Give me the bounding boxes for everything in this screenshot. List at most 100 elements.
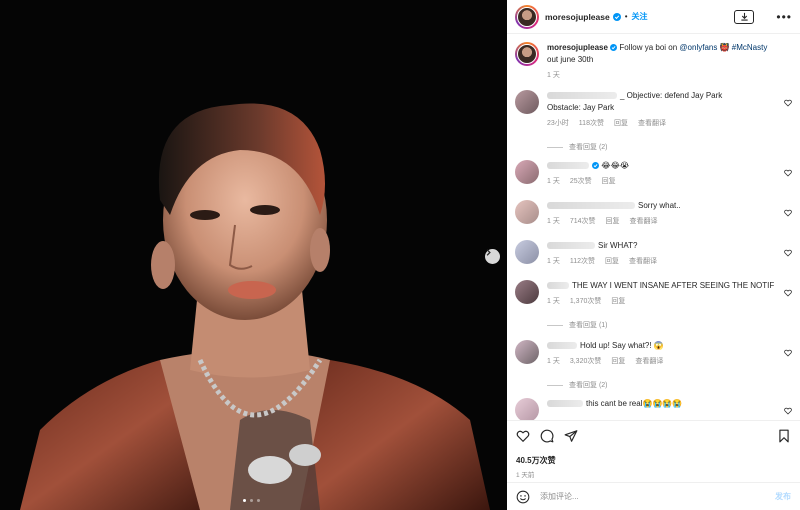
carousel-next-button[interactable] (485, 249, 500, 264)
avatar[interactable] (515, 280, 539, 304)
avatar[interactable] (515, 200, 539, 224)
share-icon[interactable] (564, 429, 578, 443)
follow-button[interactable]: 关注 (632, 11, 648, 22)
more-options-button[interactable]: ••• (776, 11, 792, 23)
download-icon (741, 12, 748, 21)
separator: • (624, 12, 628, 21)
comment-item: THE WAY I WENT INSANE AFTER SEEING THE N… (507, 280, 800, 308)
chevron-right-icon (486, 249, 491, 256)
blurred-username[interactable] (547, 92, 617, 100)
reply-button[interactable]: 回复 (611, 296, 625, 308)
view-replies-button[interactable]: 查看回复 (2) (547, 380, 608, 390)
post-media[interactable] (0, 0, 507, 510)
carousel-dot (257, 499, 260, 502)
verified-badge-icon (612, 12, 621, 21)
post-time: 1 天前 (516, 472, 535, 479)
comment-time: 1 天 (547, 218, 560, 225)
comment-input[interactable] (540, 492, 775, 501)
comment-likes[interactable]: 714次赞 (570, 216, 596, 228)
avatar[interactable] (515, 398, 539, 420)
comment-item: Hold up! Say what?! 😱 1 天 3,320次赞 回复 查看翻… (507, 340, 800, 368)
reply-button[interactable]: 回复 (611, 356, 625, 368)
caption-line2: out june 30th (547, 55, 594, 64)
post-photo (0, 0, 507, 510)
comment-text: _ Objective: defend Jay Park (620, 91, 723, 100)
comment-icon[interactable] (540, 429, 554, 443)
heart-icon[interactable] (784, 407, 792, 415)
comment-text: 😂😂😭 (601, 161, 630, 170)
comment-text: Sorry what.. (638, 201, 681, 210)
download-button[interactable] (734, 9, 755, 24)
caption-username[interactable]: moresojuplease (547, 43, 608, 52)
translate-button[interactable]: 查看翻译 (629, 256, 657, 268)
avatar[interactable] (515, 4, 539, 29)
likes-count[interactable]: 40.5万次赞 (507, 443, 800, 466)
emoji-icon[interactable] (516, 490, 530, 504)
blurred-username[interactable] (547, 162, 589, 170)
heart-icon[interactable] (784, 209, 792, 217)
reply-button[interactable]: 回复 (614, 118, 628, 130)
add-comment-bar: 发布 (507, 482, 800, 510)
comment-item: 😂😂😭 1 天 25次赞 回复 (507, 160, 800, 188)
hashtag-link[interactable]: #McNasty (732, 43, 768, 52)
blurred-username[interactable] (547, 282, 569, 290)
verified-badge-icon (610, 44, 618, 51)
view-replies-button[interactable]: 查看回复 (1) (547, 320, 608, 330)
avatar[interactable] (515, 240, 539, 264)
blurred-username[interactable] (547, 242, 595, 250)
author-username[interactable]: moresojuplease (545, 12, 610, 22)
blurred-username[interactable] (547, 400, 583, 408)
carousel-dot (250, 499, 253, 502)
comment-text: THE WAY I WENT INSANE AFTER SEEING THE N… (572, 281, 775, 290)
comment-likes[interactable]: 118次赞 (579, 118, 604, 130)
bookmark-icon[interactable] (777, 429, 791, 443)
comment-time: 1 天 (547, 298, 560, 305)
avatar[interactable] (515, 42, 539, 66)
comment-text: this cant be real😭😭😭😭 (586, 399, 683, 408)
post-detail-panel: moresojuplease • 关注 ••• moresojuplease F… (507, 0, 800, 510)
carousel-dot (243, 499, 246, 502)
heart-icon[interactable] (784, 169, 792, 177)
heart-icon[interactable] (784, 99, 792, 107)
reply-button[interactable]: 回复 (606, 216, 620, 228)
post-header: moresojuplease • 关注 ••• (507, 0, 800, 34)
avatar[interactable] (515, 340, 539, 364)
post-comment-button[interactable]: 发布 (775, 491, 791, 502)
comment-likes[interactable]: 1,370次赞 (570, 296, 602, 308)
view-replies-button[interactable]: 查看回复 (2) (547, 142, 608, 152)
avatar[interactable] (515, 90, 539, 114)
comment-likes[interactable]: 3,320次赞 (570, 356, 602, 368)
caption-time: 1 天 (547, 72, 560, 79)
comment-time: 1 天 (547, 258, 560, 265)
reply-button[interactable]: 回复 (605, 256, 619, 268)
comment-time: 1 天 (547, 178, 560, 185)
translate-button[interactable]: 查看翻译 (635, 356, 663, 368)
reply-button[interactable]: 回复 (602, 176, 616, 188)
comment-likes[interactable]: 112次赞 (570, 256, 595, 268)
caption-text: Follow ya boi on (619, 43, 680, 52)
carousel-dots (243, 499, 260, 502)
comment-item: _ Objective: defend Jay Park Obstacle: J… (507, 90, 800, 130)
comment-time: 1 天 (547, 358, 560, 365)
blurred-username[interactable] (547, 202, 635, 210)
translate-button[interactable]: 查看翻译 (638, 118, 666, 130)
heart-icon[interactable] (784, 349, 792, 357)
view-replies-label: 查看回复 (2) (569, 382, 608, 389)
post-actions: 40.5万次赞 1 天前 发布 (507, 420, 800, 510)
mention-link[interactable]: @onlyfans (679, 43, 717, 52)
heart-icon[interactable] (784, 249, 792, 257)
verified-badge-icon (592, 162, 599, 169)
blurred-username[interactable] (547, 342, 577, 350)
comment-time: 23小时 (547, 120, 569, 127)
comment-likes[interactable]: 25次赞 (570, 176, 592, 188)
comment-text: Hold up! Say what?! 😱 (580, 341, 664, 350)
comments-list[interactable]: moresojuplease Follow ya boi on @onlyfan… (507, 34, 800, 420)
comment-item: this cant be real😭😭😭😭 (507, 398, 800, 420)
post-caption: moresojuplease Follow ya boi on @onlyfan… (507, 34, 800, 82)
avatar[interactable] (515, 160, 539, 184)
view-replies-label: 查看回复 (2) (569, 144, 608, 151)
heart-icon[interactable] (784, 289, 792, 297)
heart-icon[interactable] (516, 429, 530, 443)
caption-emoji: 👹 (719, 43, 730, 52)
translate-button[interactable]: 查看翻译 (630, 216, 658, 228)
